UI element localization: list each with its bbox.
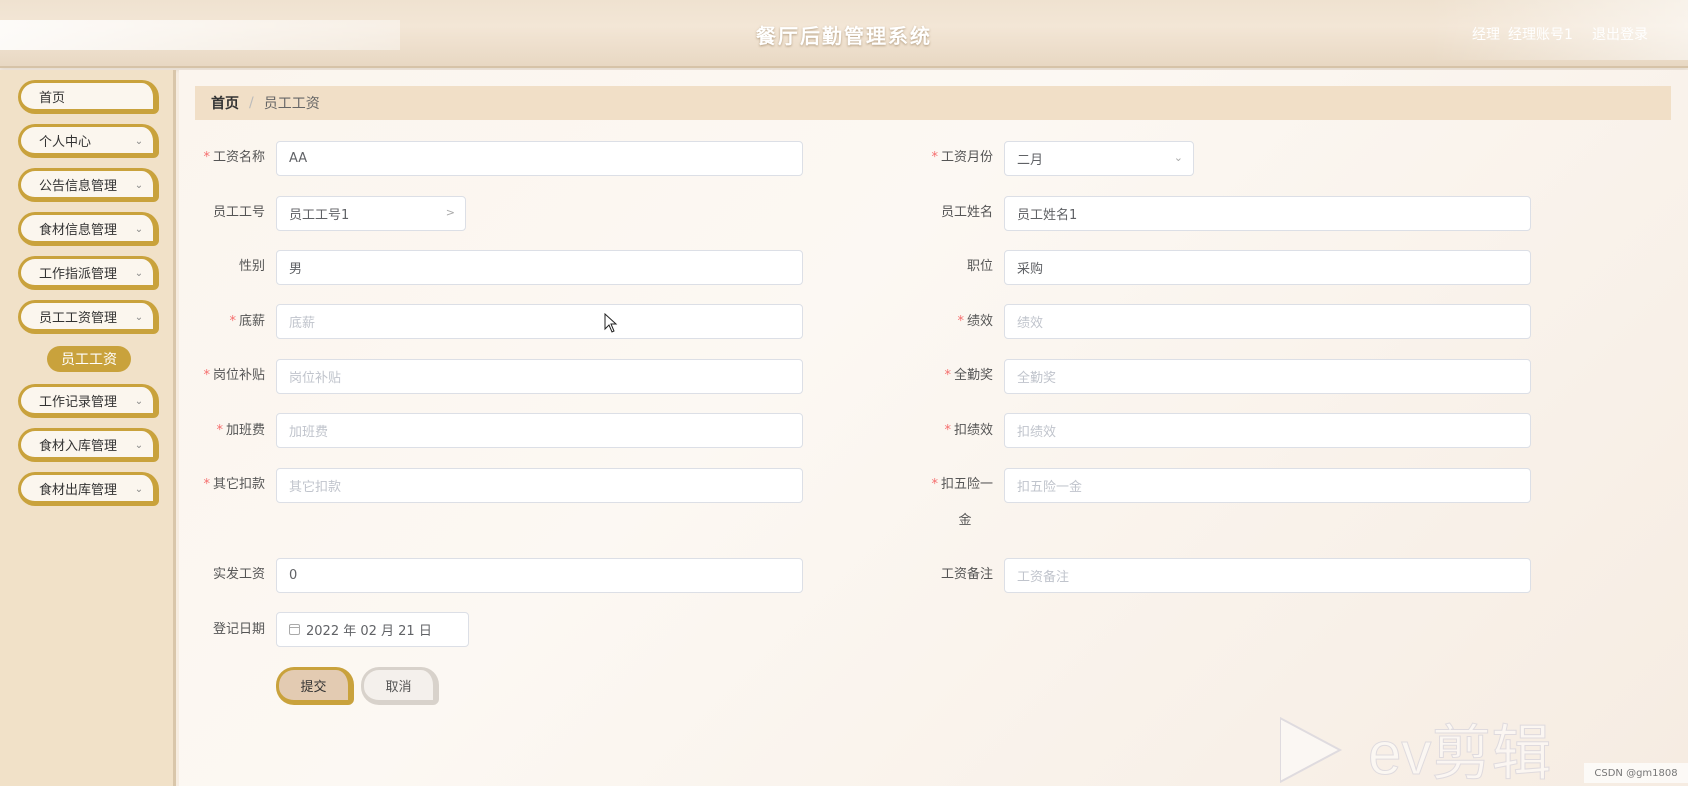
sidebar-item-label: 员工工资管理 xyxy=(39,310,118,326)
user-account-name: 经理账号1 xyxy=(1508,27,1573,43)
sidebar-item-home[interactable]: 首页 xyxy=(18,80,159,114)
chevron-down-icon: ⌄ xyxy=(134,267,144,279)
employee-name-input[interactable]: 员工姓名1 xyxy=(1004,196,1531,231)
post-allowance-input[interactable]: 岗位补贴 xyxy=(276,359,803,394)
performance-label: * 绩效 xyxy=(957,314,993,329)
calendar-icon xyxy=(289,624,300,635)
sidebar: 首页 个人中心 ⌄ 公告信息管理 ⌄ 食材信息管理 ⌄ 工作指派管理 ⌄ 员工工… xyxy=(0,70,176,786)
chevron-down-icon: ⌄ xyxy=(134,395,144,407)
salary-remark-label: 工资备注 xyxy=(940,567,993,582)
logout-link[interactable]: 退出登录 xyxy=(1592,24,1648,44)
sidebar-item-label: 首页 xyxy=(39,90,66,106)
csdn-watermark: CSDN @gm1808 xyxy=(1584,763,1688,783)
insurance-deduction-label: * 扣五险一 xyxy=(931,477,993,492)
sidebar-item-notice-management[interactable]: 公告信息管理 ⌄ xyxy=(18,168,159,202)
actual-salary-label: 实发工资 xyxy=(212,567,265,582)
sidebar-item-work-records[interactable]: 工作记录管理 ⌄ xyxy=(18,384,159,418)
insurance-deduction-input[interactable]: 扣五险一金 xyxy=(1004,468,1531,503)
submit-button[interactable]: 提交 xyxy=(276,667,354,705)
sidebar-item-label: 工作记录管理 xyxy=(39,394,118,410)
breadcrumb-home[interactable]: 首页 xyxy=(211,93,239,113)
other-deduction-label: * 其它扣款 xyxy=(203,477,265,492)
chevron-down-icon: ⌄ xyxy=(1173,151,1183,164)
sidebar-item-label: 食材出库管理 xyxy=(39,482,118,498)
post-allowance-label: * 岗位补贴 xyxy=(203,368,265,383)
gender-label: 性别 xyxy=(238,259,265,274)
sidebar-item-ingredient-management[interactable]: 食材信息管理 ⌄ xyxy=(18,212,159,246)
salary-remark-input[interactable]: 工资备注 xyxy=(1004,558,1531,593)
top-header: 餐厅后勤管理系统 经理 经理账号1 退出登录 xyxy=(0,0,1688,68)
overtime-pay-label: * 加班费 xyxy=(216,423,265,438)
perf-deduction-input[interactable]: 扣绩效 xyxy=(1004,413,1531,448)
chevron-down-icon: ⌄ xyxy=(134,483,144,495)
register-date-label: 登记日期 xyxy=(212,622,265,637)
sidebar-subitem-employee-salary[interactable]: 员工工资 xyxy=(47,346,131,372)
chevron-down-icon: ⌄ xyxy=(134,135,144,147)
register-date-picker[interactable]: 2022 年 02 月 21 日 xyxy=(276,612,469,647)
insurance-deduction-label-wrap: 金 xyxy=(958,513,972,528)
user-role-label: 经理 xyxy=(1472,27,1500,43)
chevron-down-icon: ⌄ xyxy=(134,223,144,235)
performance-input[interactable]: 绩效 xyxy=(1004,304,1531,339)
chevron-up-icon: ⌄ xyxy=(134,311,144,323)
employee-id-label: 员工工号 xyxy=(212,205,265,220)
actual-salary-input[interactable]: 0 xyxy=(276,558,803,593)
breadcrumb: 首页 / 员工工资 xyxy=(195,86,1671,120)
sidebar-item-task-assignment[interactable]: 工作指派管理 ⌄ xyxy=(18,256,159,290)
position-input[interactable]: 采购 xyxy=(1004,250,1531,285)
position-label: 职位 xyxy=(966,259,993,274)
breadcrumb-separator: / xyxy=(249,95,254,111)
overtime-pay-input[interactable]: 加班费 xyxy=(276,413,803,448)
chevron-down-icon: ⌄ xyxy=(134,179,144,191)
salary-month-label: * 工资月份 xyxy=(931,150,993,165)
salary-month-select[interactable]: 二月 ⌄ xyxy=(1004,141,1194,176)
sidebar-item-stock-in[interactable]: 食材入库管理 ⌄ xyxy=(18,428,159,462)
sidebar-item-personal-center[interactable]: 个人中心 ⌄ xyxy=(18,124,159,158)
app-title: 餐厅后勤管理系统 xyxy=(756,24,932,48)
sidebar-item-label: 公告信息管理 xyxy=(39,178,118,194)
sidebar-item-label: 个人中心 xyxy=(39,134,92,150)
sidebar-item-label: 食材信息管理 xyxy=(39,222,118,238)
cancel-button[interactable]: 取消 xyxy=(361,667,439,705)
attendance-bonus-label: * 全勤奖 xyxy=(944,368,993,383)
chevron-down-icon: ⌄ xyxy=(134,439,144,451)
base-salary-input[interactable]: 底薪 xyxy=(276,304,803,339)
sidebar-item-stock-out[interactable]: 食材出库管理 ⌄ xyxy=(18,472,159,506)
sidebar-item-salary-management[interactable]: 员工工资管理 ⌄ xyxy=(18,300,159,334)
sidebar-item-label: 工作指派管理 xyxy=(39,266,118,282)
salary-name-label: * 工资名称 xyxy=(203,150,265,165)
employee-name-label: 员工姓名 xyxy=(940,205,993,220)
chevron-right-icon: > xyxy=(445,206,455,219)
attendance-bonus-input[interactable]: 全勤奖 xyxy=(1004,359,1531,394)
perf-deduction-label: * 扣绩效 xyxy=(944,423,993,438)
sidebar-item-label: 食材入库管理 xyxy=(39,438,118,454)
salary-name-input[interactable]: AA xyxy=(276,141,803,176)
gender-input[interactable]: 男 xyxy=(276,250,803,285)
breadcrumb-current: 员工工资 xyxy=(263,96,320,112)
employee-id-select[interactable]: 员工工号1 > xyxy=(276,196,466,231)
base-salary-label: * 底薪 xyxy=(229,314,265,329)
other-deduction-input[interactable]: 其它扣款 xyxy=(276,468,803,503)
